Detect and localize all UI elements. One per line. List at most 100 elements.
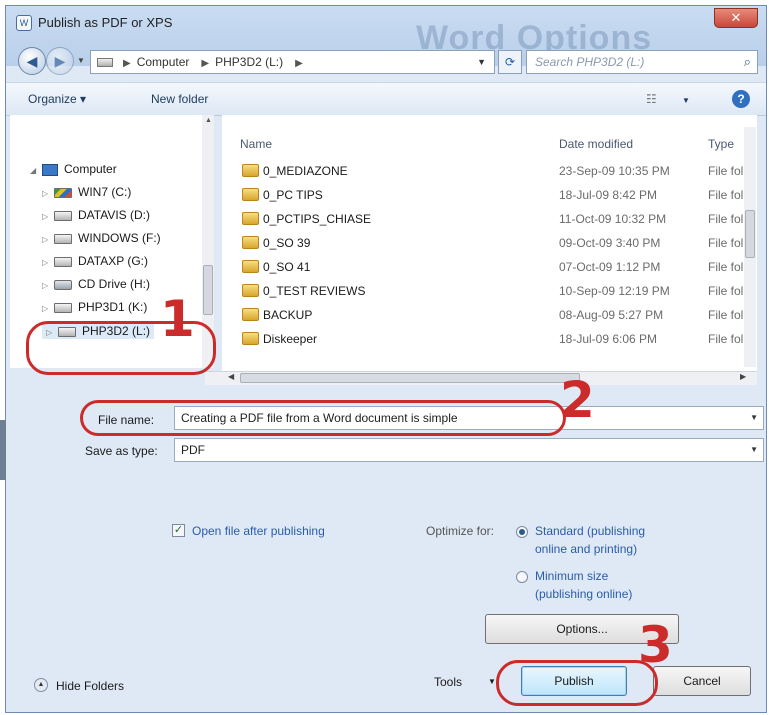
breadcrumb-drive[interactable]: PHP3D2 (L:) (215, 55, 283, 69)
tree-item-drive[interactable]: ▷ WIN7 (C:) (42, 185, 131, 199)
search-input[interactable]: Search PHP3D2 (L:) ⌕ (526, 50, 758, 74)
chevron-down-icon[interactable]: ▼ (750, 407, 758, 429)
column-header-date[interactable]: Date modified (559, 137, 633, 151)
folder-icon (242, 164, 259, 177)
minimum-option-line2[interactable]: (publishing online) (535, 587, 632, 601)
list-item[interactable]: 0_MEDIAZONE 23-Sep-09 10:35 PM File fol (222, 159, 757, 183)
file-name: 0_SO 39 (263, 236, 311, 250)
column-header-name[interactable]: Name (240, 137, 272, 151)
drive-icon (54, 210, 72, 221)
scroll-left-arrow-icon[interactable]: ◀ (228, 372, 234, 381)
views-icon[interactable]: ☷ (646, 92, 657, 106)
forward-button[interactable]: ▶ (46, 47, 74, 75)
list-item[interactable]: 0_PCTIPS_CHIASE 11-Oct-09 10:32 PM File fo… (222, 207, 757, 231)
standard-radio[interactable] (516, 526, 528, 538)
collapse-arrow-icon[interactable]: ▷ (42, 235, 54, 244)
file-type: File fol (708, 284, 744, 298)
tree-item-computer[interactable]: ◢ Computer (30, 162, 117, 176)
hide-folders-button[interactable]: Hide Folders (56, 679, 124, 693)
tree-label: WIN7 (C:) (78, 185, 132, 199)
file-list-vertical-scroll-thumb[interactable] (745, 210, 755, 258)
list-item[interactable]: 0_TEST REVIEWS 10-Sep-09 12:19 PM File fol (222, 279, 757, 303)
file-type: File fol (708, 260, 744, 274)
views-dropdown-icon[interactable]: ▼ (682, 96, 690, 105)
scroll-right-arrow-icon[interactable]: ▶ (740, 372, 746, 381)
breadcrumb-separator-icon: ▶ (295, 58, 303, 69)
new-folder-button[interactable]: New folder (151, 92, 208, 106)
step-number-1: 1 (160, 290, 195, 348)
recent-pages-dropdown[interactable]: ▼ (77, 56, 85, 65)
tree-item-drive[interactable]: ▷ DATAXP (G:) (42, 254, 148, 268)
close-button[interactable]: ✕ (714, 8, 758, 28)
chevron-up-icon[interactable]: ▲ (34, 678, 48, 692)
chevron-down-icon[interactable]: ▼ (750, 439, 758, 461)
collapse-arrow-icon[interactable]: ▷ (42, 212, 54, 221)
scroll-up-arrow-icon[interactable]: ▲ (205, 117, 212, 124)
folder-icon (242, 332, 259, 345)
drive-icon (54, 256, 72, 267)
file-date: 18-Jul-09 6:06 PM (559, 332, 658, 346)
list-item[interactable]: Diskeeper 18-Jul-09 6:06 PM File fol (222, 327, 757, 351)
search-placeholder: Search PHP3D2 (L:) (535, 55, 645, 69)
folder-icon (242, 212, 259, 225)
file-date: 18-Jul-09 8:42 PM (559, 188, 658, 202)
file-date: 23-Sep-09 10:35 PM (559, 164, 670, 178)
open-after-publishing-checkbox[interactable]: ✓ (172, 524, 185, 537)
file-list-horizontal-scroll-thumb[interactable] (240, 373, 580, 383)
tree-label: DATAVIS (D:) (78, 208, 150, 222)
back-button[interactable]: ◀ (18, 47, 46, 75)
folder-icon (242, 284, 259, 297)
tree-label: PHP3D1 (K:) (78, 300, 148, 314)
drive-icon (54, 233, 72, 244)
tree-item-drive[interactable]: ▷ DATAVIS (D:) (42, 208, 150, 222)
file-date: 07-Oct-09 1:12 PM (559, 260, 661, 274)
folder-icon (242, 260, 259, 273)
file-name: 0_PC TIPS (263, 188, 323, 202)
standard-option-line2[interactable]: online and printing) (535, 542, 637, 556)
step-number-2: 2 (560, 371, 595, 429)
window-edge-marker (0, 420, 6, 480)
file-name: 0_MEDIAZONE (263, 164, 348, 178)
tree-label: Computer (64, 162, 117, 176)
collapse-arrow-icon[interactable]: ▷ (42, 304, 54, 313)
cd-drive-icon (54, 279, 72, 290)
breadcrumb-separator-icon: ▶ (201, 58, 210, 69)
tools-menu[interactable]: Tools (434, 675, 462, 689)
breadcrumb-computer[interactable]: Computer (137, 55, 190, 69)
collapse-arrow-icon[interactable]: ▷ (42, 258, 54, 267)
folder-icon (242, 308, 259, 321)
optimize-for-label: Optimize for: (426, 524, 495, 538)
minimum-size-radio[interactable] (516, 571, 528, 583)
address-breadcrumb[interactable]: ▶ Computer ▶ PHP3D2 (L:) ▶ ▼ (90, 50, 495, 74)
windows-drive-icon (54, 187, 72, 198)
list-item[interactable]: 0_PC TIPS 18-Jul-09 8:42 PM File fol (222, 183, 757, 207)
nav-scrollbar-thumb[interactable] (203, 265, 213, 315)
breadcrumb-separator-icon: ▶ (123, 58, 131, 69)
standard-option-line1[interactable]: Standard (publishing (535, 524, 645, 538)
expand-arrow-icon[interactable]: ◢ (30, 166, 42, 175)
computer-icon (42, 163, 58, 176)
open-after-publishing-label[interactable]: Open file after publishing (192, 524, 325, 538)
search-icon[interactable]: ⌕ (744, 51, 751, 73)
refresh-button[interactable]: ⟳ (498, 50, 522, 74)
help-icon[interactable]: ? (732, 90, 750, 108)
file-date: 09-Oct-09 3:40 PM (559, 236, 661, 250)
tree-item-drive[interactable]: ▷ PHP3D1 (K:) (42, 300, 147, 314)
address-dropdown-icon[interactable]: ▼ (477, 51, 486, 73)
organize-menu[interactable]: Organize ▾ (28, 92, 86, 106)
address-bar-row: ◀ ▶ ▼ ▶ Computer ▶ PHP3D2 (L:) ▶ ▼ ⟳ Search … (6, 40, 766, 78)
list-item[interactable]: 0_SO 39 09-Oct-09 3:40 PM File fol (222, 231, 757, 255)
tree-item-drive[interactable]: ▷ WINDOWS (F:) (42, 231, 161, 245)
file-name: 0_SO 41 (263, 260, 311, 274)
tree-item-drive[interactable]: ▷ CD Drive (H:) (42, 277, 150, 291)
collapse-arrow-icon[interactable]: ▷ (42, 281, 54, 290)
save-type-select[interactable]: PDF ▼ (174, 438, 764, 462)
list-item[interactable]: BACKUP 08-Aug-09 5:27 PM File fol (222, 303, 757, 327)
tools-dropdown-icon[interactable]: ▼ (488, 677, 496, 686)
collapse-arrow-icon[interactable]: ▷ (42, 189, 54, 198)
column-header-type[interactable]: Type (708, 137, 734, 151)
minimum-option-line1[interactable]: Minimum size (535, 569, 608, 583)
file-name: 0_PCTIPS_CHIASE (263, 212, 372, 226)
list-item[interactable]: 0_SO 41 07-Oct-09 1:12 PM File fol (222, 255, 757, 279)
file-date: 11-Oct-09 10:32 PM (559, 212, 667, 226)
